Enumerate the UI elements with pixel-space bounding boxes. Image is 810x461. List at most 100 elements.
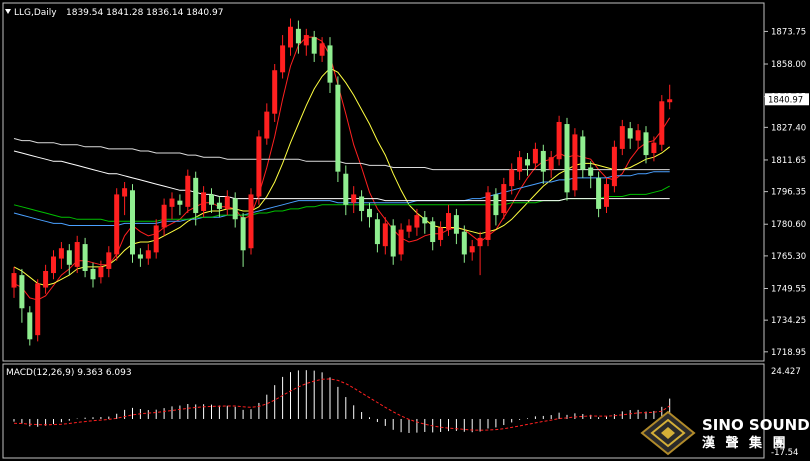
candle-body xyxy=(43,271,49,288)
price-tick-label: 1718.95 xyxy=(771,348,806,358)
candle-body xyxy=(643,132,649,156)
candle[interactable] xyxy=(248,188,254,255)
price-tick-label: 1873.75 xyxy=(771,27,806,37)
candle[interactable] xyxy=(35,279,41,342)
candle-body xyxy=(161,204,167,228)
candle[interactable] xyxy=(256,130,262,205)
candle-body xyxy=(264,111,270,139)
price-tick-label: 1827.40 xyxy=(771,123,806,133)
candle[interactable] xyxy=(185,169,191,214)
candle[interactable] xyxy=(659,95,665,151)
candle-body xyxy=(540,150,546,172)
candle-body xyxy=(374,219,380,245)
ohlc-readout: 1839.54 1841.28 1836.14 1840.97 xyxy=(66,8,223,18)
candle-body xyxy=(27,312,33,340)
candle[interactable] xyxy=(114,188,120,261)
candle[interactable] xyxy=(556,115,562,166)
candle[interactable] xyxy=(485,186,491,247)
candle-body xyxy=(359,196,365,211)
candle-body xyxy=(137,254,143,259)
candle-body xyxy=(556,121,562,160)
candle-body xyxy=(335,84,341,172)
candle-body xyxy=(493,194,499,216)
watermark-chinese: 漢 聲 集 團 xyxy=(702,435,789,451)
candle-body xyxy=(469,246,475,253)
candle-body xyxy=(651,142,657,154)
candle-body xyxy=(240,217,246,251)
chart-window[interactable]: LLG,Daily 1839.54 1841.28 1836.14 1840.9… xyxy=(0,0,810,461)
candle-body xyxy=(461,231,467,255)
price-tick-label: 1765.30 xyxy=(771,252,806,262)
candle-body xyxy=(193,177,199,214)
candle-body xyxy=(596,177,602,209)
candle-body xyxy=(343,173,349,205)
price-tick-label: 1734.25 xyxy=(771,316,806,326)
candle-body xyxy=(367,208,372,218)
candle-body xyxy=(201,192,207,211)
candle-body xyxy=(303,35,309,46)
candle-body xyxy=(548,157,554,170)
candle-body xyxy=(319,43,325,56)
candle-body xyxy=(667,99,673,103)
candle-body xyxy=(501,184,507,214)
candle-body xyxy=(295,28,301,44)
candle-body xyxy=(659,101,665,145)
candle-body xyxy=(224,196,230,209)
price-tick-label: 1749.55 xyxy=(771,284,806,294)
candle-body xyxy=(627,128,633,139)
candle-body xyxy=(477,237,483,247)
candle-body xyxy=(327,45,333,83)
macd-top-label: 24.427 xyxy=(771,367,801,377)
candle-body xyxy=(414,215,420,228)
candle-body xyxy=(106,252,112,269)
price-tick-label: 1858.00 xyxy=(771,60,806,70)
candle-body xyxy=(232,198,238,220)
candle-body xyxy=(11,273,17,288)
candle-body xyxy=(453,215,459,234)
candle-body xyxy=(351,194,357,203)
candle-body xyxy=(248,194,254,249)
candle[interactable] xyxy=(572,128,578,197)
candle-body xyxy=(272,70,278,114)
watermark-brand: SINO SOUND xyxy=(702,416,810,434)
candle-body xyxy=(130,190,135,255)
candle-body xyxy=(604,184,609,207)
candle[interactable] xyxy=(130,184,135,263)
candle-body xyxy=(635,130,641,141)
candle-body xyxy=(485,192,491,240)
candle-body xyxy=(35,283,41,336)
candle-body xyxy=(169,198,175,207)
candle-body xyxy=(82,244,88,271)
candle[interactable] xyxy=(611,140,617,193)
chart-background xyxy=(0,0,810,461)
candle-body xyxy=(209,194,214,205)
candle-body xyxy=(382,223,388,247)
candle-body xyxy=(288,26,293,48)
symbol-label: LLG,Daily xyxy=(14,8,57,18)
candle-body xyxy=(422,217,428,224)
price-tick-label: 1796.35 xyxy=(771,188,806,198)
candle-body xyxy=(216,202,222,209)
candle[interactable] xyxy=(501,177,507,220)
candle-body xyxy=(611,146,617,187)
macd-label: MACD(12,26,9) 9.363 6.093 xyxy=(6,368,132,378)
candle-body xyxy=(406,225,412,232)
candle-body xyxy=(90,268,96,280)
candle[interactable] xyxy=(564,117,570,201)
candle-body xyxy=(580,136,586,170)
candle-body xyxy=(517,157,523,172)
candle-body xyxy=(66,250,72,265)
candle-body xyxy=(311,37,317,54)
candle[interactable] xyxy=(335,76,341,182)
price-tick-label: 1811.65 xyxy=(771,156,806,166)
candle-body xyxy=(532,148,538,164)
candle-body xyxy=(145,250,151,259)
candle[interactable] xyxy=(272,64,278,122)
candle-body xyxy=(256,136,262,197)
candle-body xyxy=(564,124,570,193)
sino-sound-logo: SINO SOUND 漢 聲 集 團 xyxy=(640,410,810,456)
candle-body xyxy=(525,159,530,166)
candle-body xyxy=(588,167,594,176)
candle-body xyxy=(572,134,578,191)
candle-body xyxy=(122,188,128,197)
